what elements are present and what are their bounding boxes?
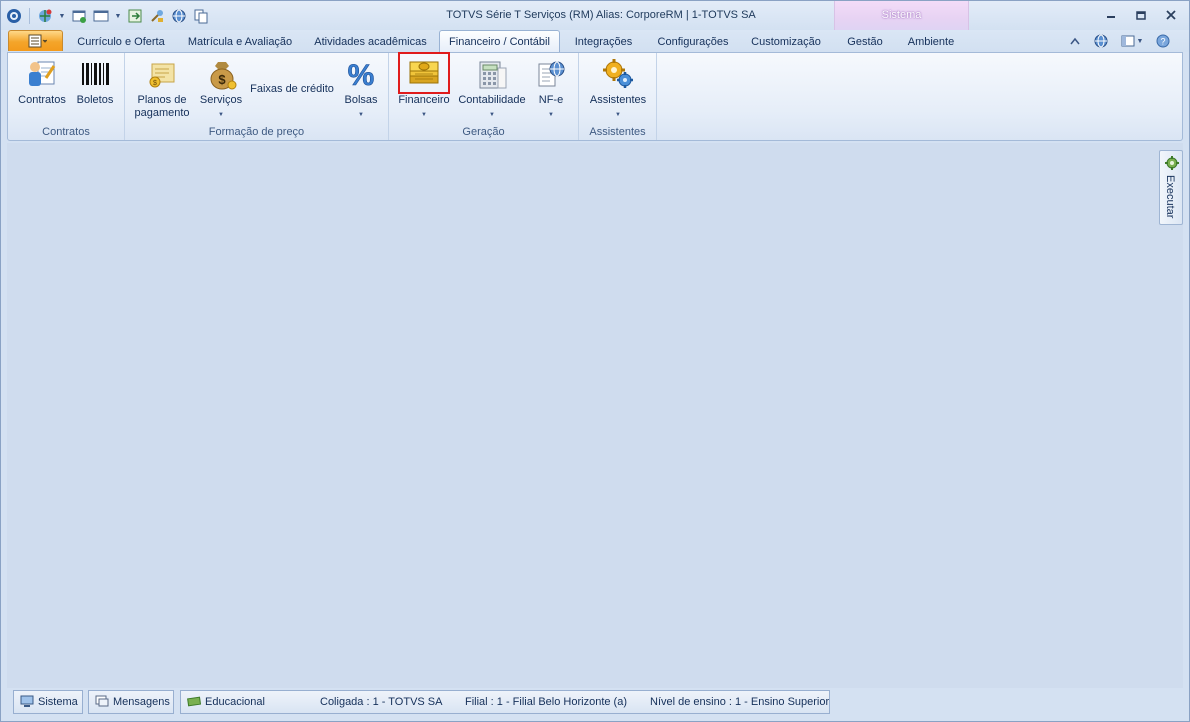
new-window-icon[interactable] — [70, 7, 88, 25]
tab-atividades-academicas[interactable]: Atividades acadêmicas — [307, 33, 434, 52]
tab-gestao[interactable]: Gestão — [837, 33, 893, 52]
window-controls — [1099, 6, 1183, 24]
computer-icon — [20, 695, 34, 710]
group-label-geracao: Geração — [462, 126, 505, 138]
money-bag-icon: $ — [204, 57, 238, 91]
help-icon[interactable]: ? — [1155, 33, 1171, 49]
bolsas-button[interactable]: % Bolsas ▼ — [339, 57, 383, 122]
chevron-down-icon: ▼ — [548, 112, 554, 118]
calculator-icon — [475, 57, 509, 91]
assistentes-button[interactable]: Assistentes ▼ — [585, 57, 651, 122]
globe-icon[interactable] — [1093, 33, 1109, 49]
restore-icon[interactable] — [1129, 6, 1153, 24]
export-icon[interactable] — [126, 7, 144, 25]
svg-text:?: ? — [1160, 37, 1165, 47]
group-label-assistentes: Assistentes — [589, 126, 646, 138]
group-label-formacao-preco: Formação de preço — [208, 126, 305, 138]
copy-icon[interactable] — [192, 7, 210, 25]
ribbon-right-tools: ▼ ? — [1067, 33, 1171, 49]
group-assistentes: Assistentes ▼ Assistentes — [579, 53, 657, 140]
ribbon-tab-row: Currículo e Oferta Matrícula e Avaliação… — [1, 30, 1189, 52]
educacional-icon — [187, 695, 202, 710]
contracts-icon — [25, 57, 59, 91]
title-bar: ▼ ▼ TOTVS Série T Serviços (RM) Alias: C… — [1, 1, 1189, 30]
close-icon[interactable] — [1159, 6, 1183, 24]
chevron-down-icon: ▼ — [615, 112, 621, 118]
executar-label: Executar — [1164, 175, 1176, 219]
minimize-icon[interactable] — [1099, 6, 1123, 24]
window-layout-icon[interactable] — [92, 7, 110, 25]
contabilidade-button[interactable]: Contabilidade ▼ — [457, 57, 527, 122]
context-tab-sistema[interactable]: Sistema — [834, 1, 969, 30]
quick-access-toolbar: ▼ ▼ — [5, 6, 210, 26]
svg-text:%: % — [348, 59, 375, 90]
group-contratos: Contratos Boletos Contratos — [8, 53, 125, 140]
tab-matricula-avaliacao[interactable]: Matrícula e Avaliação — [179, 33, 301, 52]
status-bar: Sistema Mensagens Educacional Coligada :… — [1, 688, 1189, 721]
ribbon-panel: Contratos Boletos Contratos $ Planos de … — [7, 52, 1183, 141]
boletos-button[interactable]: Boletos — [70, 57, 120, 107]
tab-ambiente[interactable]: Ambiente — [899, 33, 963, 52]
statusbar-mensagens-button[interactable]: Mensagens — [88, 690, 174, 714]
main-workspace — [7, 143, 1183, 688]
application-menu-button[interactable] — [8, 30, 63, 51]
invoice-globe-icon — [534, 57, 568, 91]
app-window: ▼ ▼ TOTVS Série T Serviços (RM) Alias: C… — [0, 0, 1190, 722]
gears-icon — [601, 57, 635, 91]
svg-text:$: $ — [153, 80, 157, 87]
statusbar-filial: Filial : 1 - Filial Belo Horizonte (a) — [465, 696, 627, 708]
menu-icon — [28, 34, 47, 48]
layout-icon[interactable]: ▼ — [1119, 33, 1145, 49]
tab-integracoes[interactable]: Integrações — [566, 33, 641, 52]
contratos-button[interactable]: Contratos — [14, 57, 70, 107]
faixas-credito-button[interactable]: Faixas de crédito — [249, 83, 335, 96]
payment-plans-icon: $ — [145, 57, 179, 91]
group-formacao-preco: $ Planos de pagamento $ Serviços ▼ Faixa… — [125, 53, 389, 140]
tab-configuracoes[interactable]: Configurações — [649, 33, 737, 52]
percent-icon: % — [344, 57, 378, 91]
chevron-down-icon: ▼ — [358, 112, 364, 118]
tab-financeiro-contabil[interactable]: Financeiro / Contábil — [439, 30, 560, 52]
globe-icon[interactable] — [170, 7, 188, 25]
svg-text:$: $ — [218, 72, 226, 87]
gear-run-icon — [1164, 155, 1180, 174]
tab-customizacao[interactable]: Customização — [745, 33, 827, 52]
tab-curriculo-oferta[interactable]: Currículo e Oferta — [68, 33, 174, 52]
barcode-icon — [78, 57, 112, 91]
chevron-down-icon: ▼ — [218, 112, 224, 118]
chevron-down-icon: ▼ — [421, 112, 427, 118]
chevron-down-icon[interactable]: ▼ — [114, 13, 122, 20]
financeiro-button[interactable]: Financeiro ▼ — [395, 52, 453, 122]
separator — [29, 8, 30, 24]
executar-side-panel[interactable]: Executar — [1159, 150, 1183, 225]
servicos-button[interactable]: $ Serviços ▼ — [195, 57, 247, 122]
chevron-down-icon: ▼ — [489, 112, 495, 118]
window-title: TOTVS Série T Serviços (RM) Alias: Corpo… — [446, 9, 756, 21]
tools-icon[interactable] — [148, 7, 166, 25]
money-stack-icon — [398, 52, 450, 94]
statusbar-coligada: Coligada : 1 - TOTVS SA — [320, 696, 443, 708]
statusbar-nivel-ensino: Nível de ensino : 1 - Ensino Superior — [650, 696, 830, 708]
group-label-contratos: Contratos — [42, 126, 90, 138]
chevron-down-icon[interactable]: ▼ — [58, 13, 66, 20]
statusbar-sistema-button[interactable]: Sistema — [13, 690, 83, 714]
planos-pagamento-button[interactable]: $ Planos de pagamento — [131, 57, 193, 120]
app-logo-icon[interactable] — [5, 7, 23, 25]
statusbar-educacional: Educacional — [205, 696, 265, 708]
messages-icon — [95, 695, 109, 710]
group-geracao: Financeiro ▼ Contabilidade ▼ NF-e ▼ Gera… — [389, 52, 579, 140]
nfe-button[interactable]: NF-e ▼ — [531, 57, 571, 122]
collapse-ribbon-icon[interactable] — [1067, 33, 1083, 49]
globe-refresh-icon[interactable] — [36, 7, 54, 25]
